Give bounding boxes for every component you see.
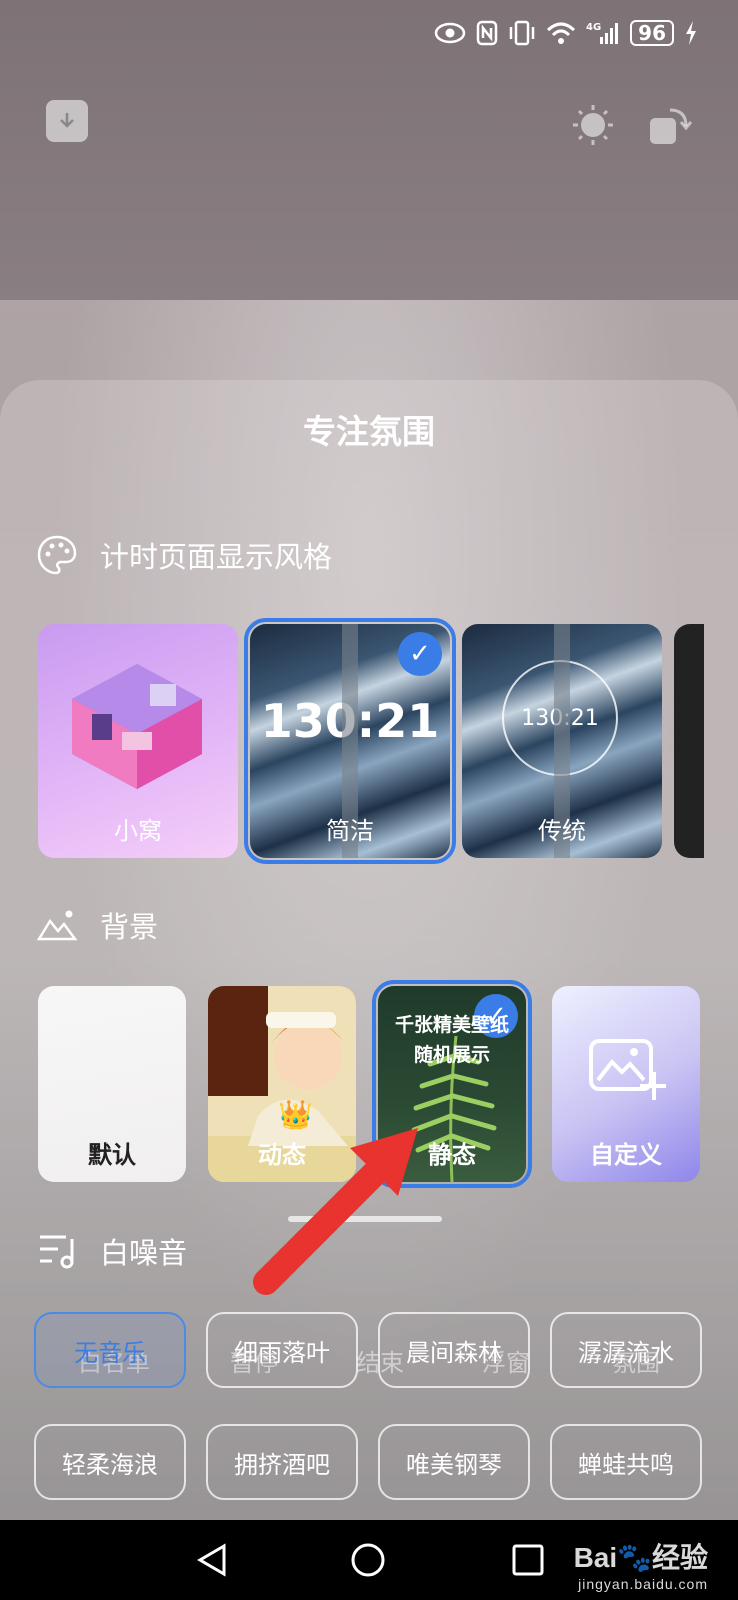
add-image-icon [589, 1039, 666, 1100]
vibrate-icon [508, 20, 536, 46]
style-card-simple[interactable]: 130:21 ✓ 简洁 [244, 618, 456, 864]
bg-card-dynamic-label: 动态 [258, 1141, 306, 1169]
style-card-nook[interactable]: 小窝 [38, 624, 238, 858]
timer-style-header: 计时页面显示风格 [36, 534, 332, 576]
bg-card-custom-label: 自定义 [590, 1141, 662, 1169]
bg-card-custom[interactable]: 自定义 [552, 986, 700, 1182]
style-card-partial[interactable] [674, 624, 704, 858]
chip-flowing-water[interactable]: 潺潺流水 [550, 1312, 702, 1388]
bg-card-default-label: 默认 [88, 1141, 136, 1169]
chip-morning-forest[interactable]: 晨间森林 [378, 1312, 530, 1388]
status-bar: 4G 96 [0, 0, 738, 70]
chip-crowded-bar[interactable]: 拥挤酒吧 [206, 1424, 358, 1500]
traditional-clock-ring: 130:21 [502, 660, 618, 776]
back-icon[interactable] [190, 1538, 234, 1582]
baidu-watermark: Bai🐾经验 jingyan.baidu.com [574, 1536, 708, 1592]
chip-no-music[interactable]: 无音乐 [34, 1312, 186, 1388]
watermark-sub: jingyan.baidu.com [578, 1576, 708, 1592]
bg-card-dynamic[interactable]: 👑 动态 [208, 986, 356, 1182]
home-icon[interactable] [346, 1538, 390, 1582]
simple-clock-time: 130:21 [260, 694, 440, 748]
4g-signal-icon: 4G [586, 20, 620, 46]
sheet-title: 专注氛围 [303, 412, 435, 451]
charging-icon [684, 20, 698, 46]
mountain-image-icon [36, 904, 78, 946]
music-list-icon [36, 1230, 78, 1272]
background-label: 背景 [100, 910, 159, 944]
svg-text:4G: 4G [586, 22, 601, 33]
bg-card-static[interactable]: 千张精美壁纸 随机展示 ✓ 静态 [372, 980, 532, 1188]
svg-text:👑: 👑 [278, 1098, 313, 1131]
bg-card-default[interactable]: 默认 [38, 986, 186, 1182]
rotate-icon[interactable] [648, 104, 693, 152]
white-noise-header: 白噪音 [36, 1230, 187, 1272]
watermark-main: Bai🐾经验 [573, 1542, 708, 1573]
background-header: 背景 [36, 904, 158, 946]
style-card-traditional-label: 传统 [538, 817, 586, 845]
bg-card-static-label: 静态 [428, 1141, 476, 1169]
horizontal-scroll-indicator [288, 1216, 442, 1222]
battery-icon: 96 [630, 20, 674, 46]
white-noise-label: 白噪音 [100, 1236, 188, 1270]
style-card-simple-label: 简洁 [326, 817, 374, 845]
chip-rain-leaves[interactable]: 细雨落叶 [206, 1312, 358, 1388]
timer-style-label: 计时页面显示风格 [100, 540, 333, 574]
wifi-icon [546, 21, 576, 45]
palette-icon [36, 534, 78, 576]
chip-cicada-frog[interactable]: 蝉蛙共鸣 [550, 1424, 702, 1500]
nfc-icon [476, 20, 498, 46]
style-card-traditional[interactable]: 130:21 传统 [462, 624, 662, 858]
check-icon: ✓ [398, 632, 442, 676]
static-bg-desc-line1: 千张精美壁纸 [394, 1014, 509, 1036]
recents-icon[interactable] [506, 1538, 550, 1582]
static-bg-desc-line2: 随机展示 [413, 1044, 490, 1066]
eye-icon [434, 22, 466, 44]
style-card-nook-label: 小窝 [114, 817, 162, 845]
room-illustration [72, 664, 202, 789]
brightness-icon[interactable] [572, 104, 614, 150]
traditional-clock-time: 130:21 [521, 705, 599, 731]
chip-gentle-waves[interactable]: 轻柔海浪 [34, 1424, 186, 1500]
chip-piano[interactable]: 唯美钢琴 [378, 1424, 530, 1500]
static-bg-description: 千张精美壁纸 随机展示 [378, 1010, 526, 1070]
top-bar [0, 100, 738, 160]
download-icon[interactable] [46, 100, 88, 142]
